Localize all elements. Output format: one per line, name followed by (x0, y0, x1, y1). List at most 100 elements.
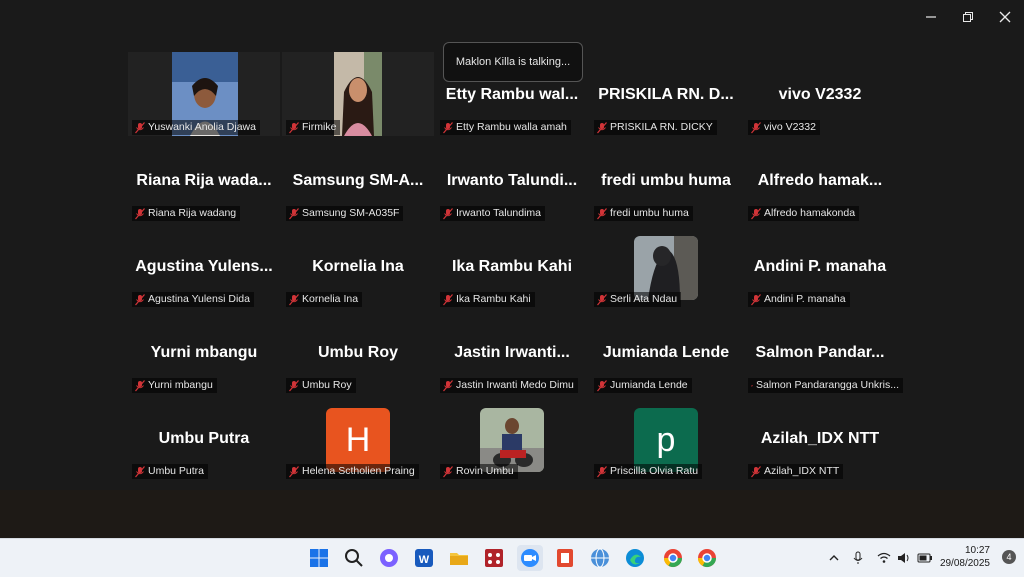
participant-tile[interactable]: PRISKILA RN. D... PRISKILA RN. DICKY (590, 52, 742, 136)
mic-muted-icon (597, 465, 607, 477)
participant-name-label: Samsung SM-A035F (286, 206, 404, 221)
participant-tile[interactable]: Salmon Pandar... Salmon Pandarangga Unkr… (744, 310, 903, 394)
taskbar-clock[interactable]: 10:27 29/08/2025 (940, 544, 990, 570)
mic-muted-icon (597, 379, 607, 391)
participant-tile[interactable]: Serli Ata Ndau (590, 224, 742, 308)
participant-tile[interactable]: Samsung SM-A... Samsung SM-A035F (282, 138, 434, 222)
mic-muted-icon (289, 293, 299, 305)
participant-display-name: fredi umbu huma (601, 172, 731, 189)
participant-display-name: Etty Rambu wal... (445, 86, 579, 103)
participant-tile[interactable]: Azilah_IDX NTT Azilah_IDX NTT (744, 396, 896, 480)
participant-tile[interactable]: vivo V2332 vivo V2332 (744, 52, 896, 136)
mic-muted-icon (443, 293, 453, 305)
volume-icon[interactable] (896, 550, 912, 566)
start-button[interactable] (306, 545, 332, 571)
participant-name-label: Serli Ata Ndau (594, 292, 682, 307)
windows-taskbar: W 10:27 29/08/2025 4 (0, 538, 1024, 577)
battery-icon[interactable] (916, 550, 934, 566)
participant-name-label: Kornelia Ina (286, 292, 363, 307)
mic-muted-icon (135, 121, 145, 133)
search-button[interactable] (341, 545, 367, 571)
participant-tile[interactable]: Jastin Irwanti... Jastin Irwanti Medo Di… (436, 310, 588, 394)
participant-display-name: Jumianda Lende (602, 344, 730, 361)
participant-display-name: Agustina Yulens... (135, 258, 273, 275)
participant-tile[interactable]: Yurni mbangu Yurni mbangu (128, 310, 280, 394)
active-speaker-toast: Maklon Killa is talking... (443, 42, 583, 82)
app-grid-icon (485, 549, 503, 567)
zoom-icon (521, 549, 539, 567)
taskbar-app-chrome-2[interactable] (694, 545, 720, 571)
participant-display-name: Alfredo hamak... (757, 172, 883, 189)
close-button[interactable] (988, 4, 1022, 30)
mic-muted-icon (289, 465, 299, 477)
participant-name-label: PRISKILA RN. DICKY (594, 120, 717, 135)
meeting-toolbar (0, 490, 1024, 538)
participant-tile[interactable]: p Priscilla Olvia Ratu (590, 396, 742, 480)
participant-tile[interactable]: Umbu Roy Umbu Roy (282, 310, 434, 394)
participant-tile[interactable]: Riana Rija wada... Riana Rija wadang (128, 138, 280, 222)
participant-display-name: Kornelia Ina (312, 258, 404, 275)
pdf-icon (557, 549, 573, 567)
participant-display-name: Samsung SM-A... (292, 172, 424, 189)
participant-tile[interactable]: Jumianda Lende Jumianda Lende (590, 310, 742, 394)
minimize-button[interactable] (914, 4, 948, 30)
participant-name-label: Etty Rambu walla amah (440, 120, 571, 135)
participant-tile[interactable]: Alfredo hamak... Alfredo hamakonda (744, 138, 896, 222)
mic-muted-icon (443, 121, 453, 133)
search-icon (345, 549, 363, 567)
taskbar-app-chrome-1[interactable] (660, 545, 686, 571)
participant-display-name: Azilah_IDX NTT (760, 430, 880, 447)
participant-name-label: Firmike (286, 120, 341, 135)
participant-name-label: Agustina Yulensi Dida (132, 292, 254, 307)
taskbar-app-copilot[interactable] (376, 545, 402, 571)
taskbar-app-word[interactable]: W (411, 545, 437, 571)
notification-badge[interactable]: 4 (1002, 550, 1016, 564)
participant-tile[interactable]: Rovin Umbu (436, 396, 588, 480)
taskbar-app-pdf[interactable] (552, 545, 578, 571)
participant-display-name: vivo V2332 (778, 86, 862, 103)
clock-date: 29/08/2025 (939, 558, 990, 569)
participant-tile[interactable]: Firmike (282, 52, 434, 136)
participant-tile[interactable]: Agustina Yulens... Agustina Yulensi Dida (128, 224, 280, 308)
participant-name-label: vivo V2332 (748, 120, 820, 135)
microphone-icon[interactable] (850, 550, 866, 566)
participant-tile[interactable]: H Helena Sctholien Praing (282, 396, 434, 480)
participant-display-name: PRISKILA RN. D... (598, 86, 734, 103)
taskbar-app-file-explorer[interactable] (446, 545, 472, 571)
edge-icon (626, 549, 644, 567)
participant-display-name: Salmon Pandar... (755, 344, 885, 361)
participant-tile[interactable]: Ika Rambu Kahi Ika Rambu Kahi (436, 224, 588, 308)
mic-muted-icon (597, 293, 607, 305)
participant-name-label: Azilah_IDX NTT (748, 464, 844, 479)
participant-tile[interactable]: Andini P. manaha Andini P. manaha (744, 224, 896, 308)
participant-name-label: Yuswanki Anolia Djawa (132, 120, 260, 135)
clock-time: 10:27 (964, 545, 990, 556)
taskbar-app-edge[interactable] (622, 545, 648, 571)
participant-tile[interactable]: Umbu Putra Umbu Putra (128, 396, 280, 480)
chat-app-icon (380, 549, 398, 567)
chrome-icon (698, 549, 716, 568)
chevron-up-icon[interactable] (826, 550, 842, 566)
chrome-icon (664, 549, 682, 568)
participant-avatar (634, 236, 698, 300)
participant-tile[interactable]: Kornelia Ina Kornelia Ina (282, 224, 434, 308)
taskbar-app-browser[interactable] (587, 545, 613, 571)
mic-muted-icon (135, 293, 145, 305)
word-icon: W (415, 549, 433, 567)
participant-avatar (480, 408, 544, 472)
restore-button[interactable] (951, 4, 985, 30)
title-bar (0, 0, 1024, 34)
mic-muted-icon (289, 379, 299, 391)
taskbar-app-zoom[interactable] (517, 545, 543, 571)
participant-tile[interactable]: fredi umbu huma fredi umbu huma (590, 138, 742, 222)
participant-tile[interactable]: Yuswanki Anolia Djawa (128, 52, 280, 136)
taskbar-app-mendeley[interactable] (481, 545, 507, 571)
system-tray (826, 539, 934, 577)
wifi-icon[interactable] (876, 550, 892, 566)
svg-text:W: W (419, 554, 430, 566)
mic-muted-icon (289, 121, 299, 133)
folder-icon (450, 553, 468, 565)
participant-name-label: Umbu Putra (132, 464, 209, 479)
participant-display-name: Andini P. manaha (753, 258, 887, 275)
participant-tile[interactable]: Irwanto Talundi... Irwanto Talundima (436, 138, 588, 222)
